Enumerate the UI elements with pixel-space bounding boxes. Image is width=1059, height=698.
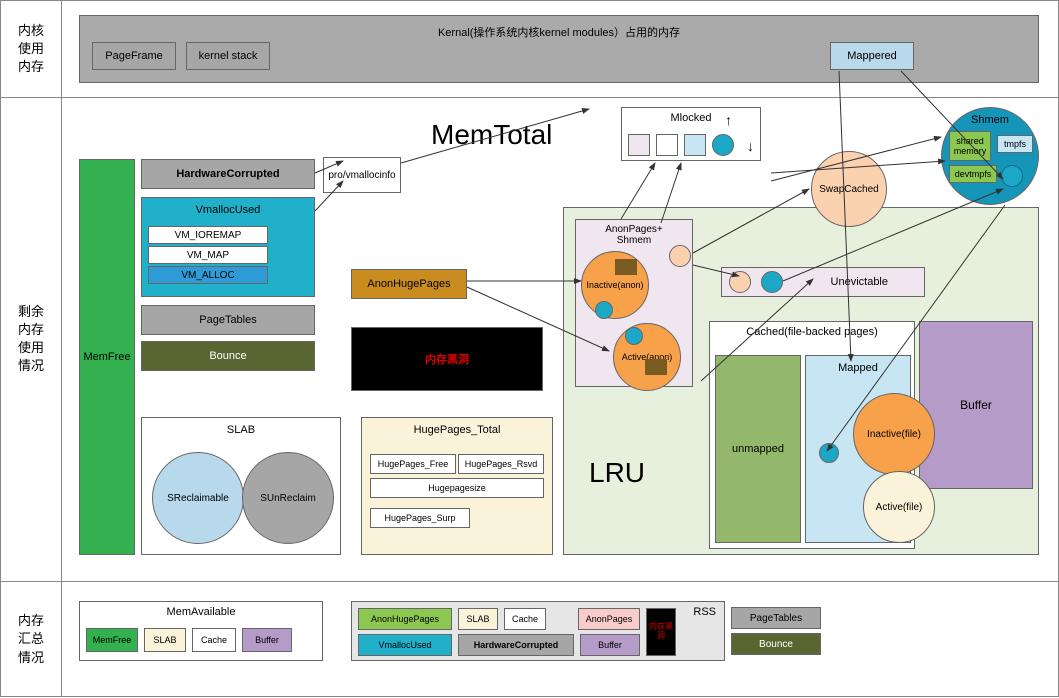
mappered-box: Mappered [830, 42, 914, 70]
shmem-shared-box: shared memory [949, 131, 991, 161]
provmallocinfo-box: pro/vmallocinfo [323, 157, 401, 193]
mlocked-box: Mlocked ↑ ↓ [621, 107, 761, 161]
sum-anonhuge: AnonHugePages [358, 608, 452, 630]
sum-cache: Cache [192, 628, 236, 652]
anon-peach-small [669, 245, 691, 267]
mapped-label: Mapped [838, 362, 878, 374]
slab-title: SLAB [227, 424, 255, 436]
hugepages-title: HugePages_Total [414, 424, 501, 436]
mlocked-arrow-down: ↓ [747, 138, 754, 154]
row-divider-2 [1, 581, 1058, 582]
memavailable-box: MemAvailable MemFree SLAB Cache Buffer [79, 601, 323, 661]
memfree-box: MemFree [79, 159, 135, 555]
blackhole-box: 内存黑洞 [351, 327, 543, 391]
swapcached-circle: SwapCached [811, 151, 887, 227]
memavailable-title: MemAvailable [167, 606, 236, 618]
unevictable-peach [729, 271, 751, 293]
active-anon-dot [625, 327, 643, 345]
bounce-box: Bounce [141, 341, 315, 371]
hugepages-surp-box: HugePages_Surp [370, 508, 470, 528]
active-anon-tag [645, 359, 667, 375]
col-divider [61, 1, 62, 696]
pagetables-box: PageTables [141, 305, 315, 335]
unevictable-label: Unevictable [831, 276, 888, 288]
vmallocused-label: VmallocUsed [196, 204, 261, 216]
sum-memfree: MemFree [86, 628, 138, 652]
rss-box: RSS AnonHugePages SLAB Cache AnonPages 内… [351, 601, 725, 661]
hugepages-free-box: HugePages_Free [370, 454, 456, 474]
sum-vmallocused: VmallocUsed [358, 634, 452, 656]
unevictable-box: Unevictable [721, 267, 925, 297]
rss-title: RSS [693, 606, 716, 618]
inactive-anon-tag [615, 259, 637, 275]
inactive-anon-dot [595, 301, 613, 319]
sum-hwcorrupted: HardwareCorrupted [458, 634, 574, 656]
vm-alloc-box: VM_ALLOC [148, 266, 268, 284]
shmem-cyan-dot [1001, 165, 1023, 187]
slab-box: SLAB SReclaimable SUnReclaim [141, 417, 341, 555]
shmem-tmpfs-box: tmpfs [997, 135, 1033, 153]
lru-title: LRU [589, 457, 645, 489]
sum-buffer: Buffer [242, 628, 292, 652]
hugepagesize-box: Hugepagesize [370, 478, 544, 498]
kernelstack-box: kernel stack [186, 42, 270, 70]
sum-pagetables: PageTables [731, 607, 821, 629]
sum-blackhole: 内存黑洞 [646, 608, 676, 656]
row-label-remaining: 剩余 内存 使用 情况 [1, 97, 61, 581]
kernel-banner-text: Kernal(操作系统内核kernel modules）占用的内存 [438, 24, 680, 40]
hugepages-box: HugePages_Total HugePages_Free HugePages… [361, 417, 553, 555]
cached-title: Cached(file-backed pages) [746, 326, 877, 338]
anonhugepages-box: AnonHugePages [351, 269, 467, 299]
shmem-devtmpfs-box: devtmpfs [949, 165, 997, 183]
sum-slab: SLAB [144, 628, 186, 652]
sum-anonpages: AnonPages [578, 608, 640, 630]
diagram-canvas: 内核 使用 内存 剩余 内存 使用 情况 内存 汇总 情况 Kernal(操作系… [0, 0, 1059, 697]
pageframe-box: PageFrame [92, 42, 176, 70]
vm-ioremap-box: VM_IOREMAP [148, 226, 268, 244]
active-file-circle: Active(file) [863, 471, 935, 543]
unmapped-box: unmapped [715, 355, 801, 543]
sunreclaim-circle: SUnReclaim [242, 452, 334, 544]
hugepages-rsvd-box: HugePages_Rsvd [458, 454, 544, 474]
vm-map-box: VM_MAP [148, 246, 268, 264]
row-label-kernel: 内核 使用 内存 [1, 1, 61, 97]
memtotal-title: MemTotal [431, 119, 552, 151]
inactive-file-circle: Inactive(file) [853, 393, 935, 475]
mlocked-dot4 [712, 134, 734, 156]
kernel-banner: Kernal(操作系统内核kernel modules）占用的内存 PageFr… [79, 15, 1039, 83]
row-divider-1 [1, 97, 1058, 98]
mlocked-dot3 [684, 134, 706, 156]
sum-cache2: Cache [504, 608, 546, 630]
unevictable-cyan [761, 271, 783, 293]
mlocked-dot2 [656, 134, 678, 156]
sum-buffer2: Buffer [580, 634, 640, 656]
mlocked-arrow-up1: ↑ [725, 112, 732, 128]
buffer-box: Buffer [919, 321, 1033, 489]
row-label-summary: 内存 汇总 情况 [1, 581, 61, 698]
sum-slab2: SLAB [458, 608, 498, 630]
mapped-cyan-dot [819, 443, 839, 463]
anon-shmem-title: AnonPages+ Shmem [605, 224, 663, 246]
mlocked-dot1 [628, 134, 650, 156]
active-anon-circle: Active(anon) [613, 323, 681, 391]
vmallocused-box: VmallocUsed VM_IOREMAP VM_MAP VM_ALLOC [141, 197, 315, 297]
mlocked-title: Mlocked [671, 112, 712, 124]
shmem-title: Shmem [971, 114, 1009, 126]
sum-bounce: Bounce [731, 633, 821, 655]
hwcorrupted-box: HardwareCorrupted [141, 159, 315, 189]
sreclaim-circle: SReclaimable [152, 452, 244, 544]
